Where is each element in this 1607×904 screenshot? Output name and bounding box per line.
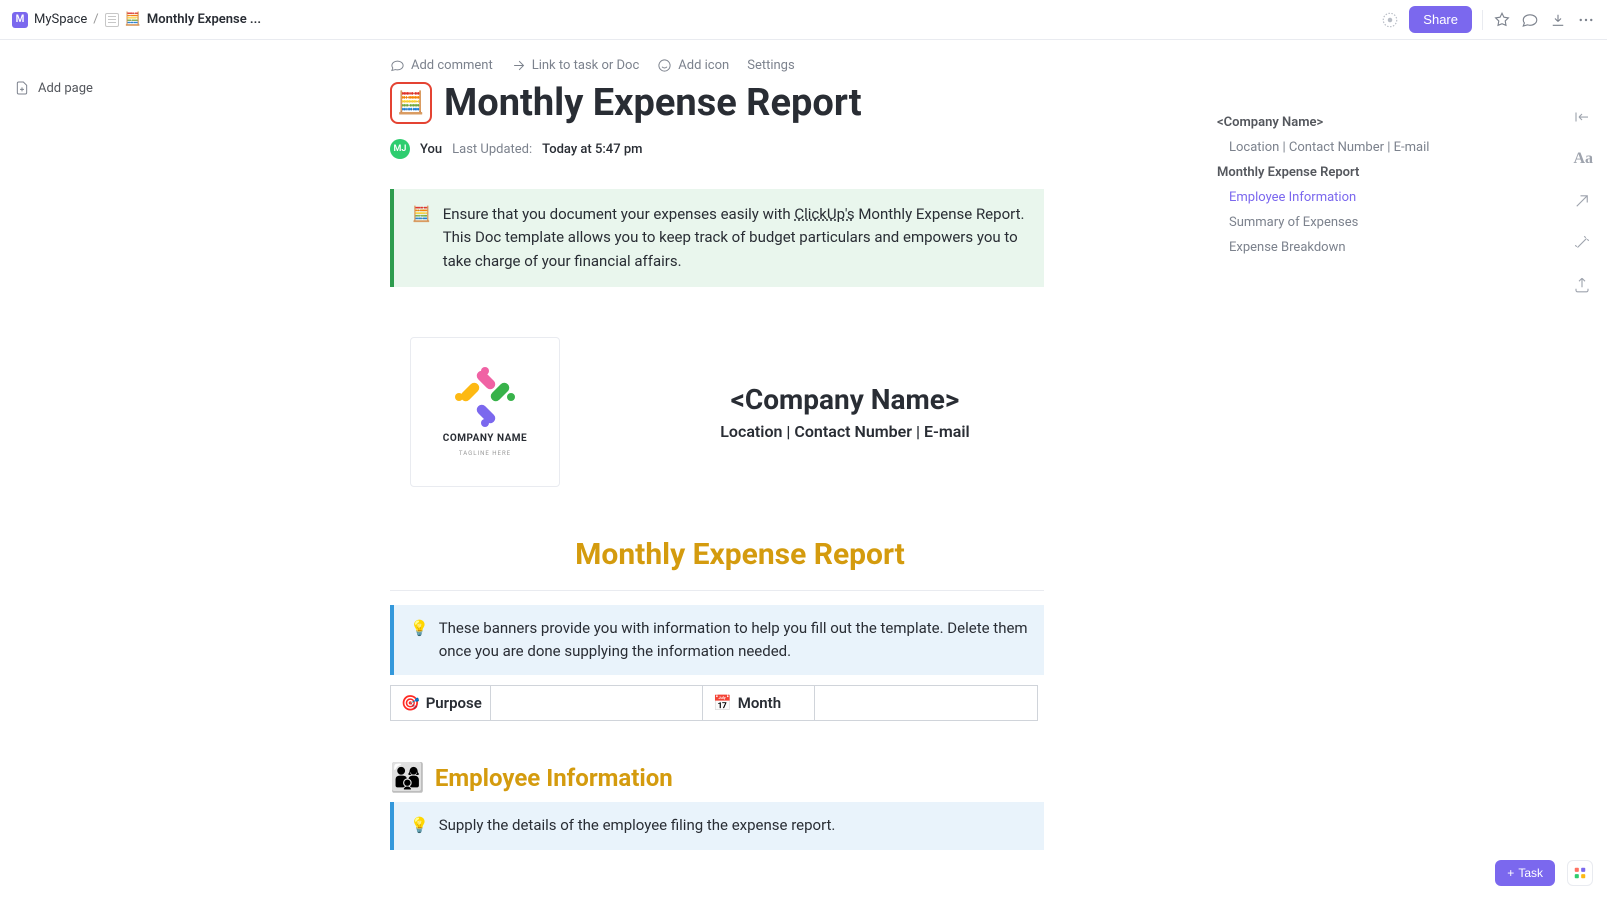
settings-label: Settings [747, 58, 794, 73]
calendar-icon: 📅 [713, 694, 732, 712]
bulb-icon: 💡 [410, 617, 429, 664]
breadcrumb-space[interactable]: MySpace [34, 12, 87, 27]
star-icon[interactable] [1493, 11, 1511, 29]
link-task-button[interactable]: Link to task or Doc [511, 58, 640, 73]
main-content: Add comment Link to task or Doc Add icon… [390, 40, 1090, 850]
topbar: M MySpace / 🧮 Monthly Expense ... Share [0, 0, 1607, 40]
link-task-label: Link to task or Doc [532, 58, 640, 73]
export-icon[interactable] [1573, 276, 1593, 294]
outline-item[interactable]: Employee Information [1217, 185, 1447, 210]
logo-name: COMPANY NAME [443, 433, 527, 444]
month-label-cell[interactable]: 📅 Month [703, 686, 815, 720]
add-icon-label: Add icon [678, 58, 729, 73]
apps-button[interactable] [1567, 860, 1593, 886]
left-panel: Add page [0, 40, 390, 96]
purpose-label-cell[interactable]: 🎯 Purpose [391, 686, 491, 720]
author-name: You [420, 142, 442, 157]
outline-item[interactable]: Location | Contact Number | E-mail [1217, 135, 1447, 160]
employee-callout-text: Supply the details of the employee filin… [439, 814, 836, 837]
divider [390, 590, 1044, 591]
company-head: <Company Name> Location | Contact Number… [600, 383, 1090, 441]
doc-page-icon [105, 13, 119, 27]
font-icon[interactable]: Aa [1573, 150, 1593, 168]
add-icon-button[interactable]: Add icon [657, 58, 729, 73]
topbar-actions: Share [1381, 6, 1595, 33]
company-name-heading[interactable]: <Company Name> [600, 383, 1090, 416]
outline-item[interactable]: Monthly Expense Report [1217, 160, 1447, 185]
month-value-cell[interactable] [815, 686, 1037, 720]
purpose-month-table[interactable]: 🎯 Purpose 📅 Month [390, 685, 1038, 721]
employee-section-title[interactable]: Employee Information [435, 764, 673, 792]
month-label: Month [738, 694, 781, 712]
company-sub-heading[interactable]: Location | Contact Number | E-mail [600, 422, 1090, 441]
magic-icon[interactable] [1573, 192, 1593, 210]
employee-section-header: 👨‍👩‍👦 Employee Information [390, 761, 1090, 794]
outline-item[interactable]: Summary of Expenses [1217, 210, 1447, 235]
plus-icon: + [1507, 866, 1514, 880]
new-task-button[interactable]: + Task [1495, 860, 1555, 886]
outline-panel: <Company Name> Location | Contact Number… [1217, 110, 1447, 260]
breadcrumb-sep: / [93, 12, 98, 27]
outline-item[interactable]: <Company Name> [1217, 110, 1447, 135]
company-logo-box[interactable]: COMPANY NAME TAGLINE HERE [410, 337, 560, 487]
settings-button[interactable]: Settings [747, 58, 794, 73]
doc-actions-bar: Add comment Link to task or Doc Add icon… [390, 58, 1090, 73]
people-icon: 👨‍👩‍👦 [390, 761, 425, 794]
add-page-button[interactable]: Add page [14, 80, 390, 96]
employee-callout[interactable]: 💡 Supply the details of the employee fil… [390, 802, 1044, 849]
topbar-sep [1482, 10, 1483, 30]
meta-row: MJ You Last Updated: Today at 5:47 pm [390, 139, 1090, 159]
add-comment-label: Add comment [411, 58, 493, 73]
logo-icon [455, 367, 515, 427]
company-row: COMPANY NAME TAGLINE HERE <Company Name>… [390, 337, 1090, 487]
banner-callout-text: These banners provide you with informati… [439, 617, 1028, 664]
space-badge: M [12, 12, 28, 28]
target-icon: 🎯 [401, 694, 420, 712]
tool-rail: Aa [1573, 108, 1593, 294]
breadcrumb: M MySpace / 🧮 Monthly Expense ... [12, 12, 261, 28]
report-section-title[interactable]: Monthly Expense Report [390, 537, 1090, 572]
activity-icon[interactable] [1381, 11, 1399, 29]
intro-callout[interactable]: 🧮 Ensure that you document your expenses… [390, 189, 1044, 287]
download-icon[interactable] [1549, 11, 1567, 29]
outline-item[interactable]: Expense Breakdown [1217, 235, 1447, 260]
breadcrumb-doc[interactable]: Monthly Expense ... [147, 12, 261, 27]
avatar: MJ [390, 139, 410, 159]
chat-icon[interactable] [1521, 11, 1539, 29]
clickup-link[interactable]: ClickUp's [794, 205, 854, 223]
logo-tag: TAGLINE HERE [459, 450, 511, 457]
doc-main-icon[interactable]: 🧮 [390, 82, 432, 124]
updated-value: Today at 5:47 pm [542, 142, 642, 157]
doc-subicon: 🧮 [125, 12, 141, 27]
add-page-label: Add page [38, 81, 93, 96]
title-row: 🧮 Monthly Expense Report [390, 81, 1090, 125]
share-button[interactable]: Share [1409, 6, 1472, 33]
purpose-value-cell[interactable] [491, 686, 703, 720]
page-title[interactable]: Monthly Expense Report [444, 81, 862, 125]
abacus-icon: 🧮 [412, 203, 431, 273]
wand-icon[interactable] [1573, 234, 1593, 252]
banner-callout[interactable]: 💡 These banners provide you with informa… [390, 605, 1044, 676]
updated-label: Last Updated: [452, 142, 532, 157]
bulb-icon: 💡 [410, 814, 429, 837]
task-button-label: Task [1518, 866, 1543, 880]
collapse-icon[interactable] [1573, 108, 1593, 126]
add-comment-button[interactable]: Add comment [390, 58, 493, 73]
intro-callout-text: Ensure that you document your expenses e… [443, 203, 1026, 273]
purpose-label: Purpose [426, 694, 482, 712]
more-icon[interactable] [1577, 11, 1595, 29]
